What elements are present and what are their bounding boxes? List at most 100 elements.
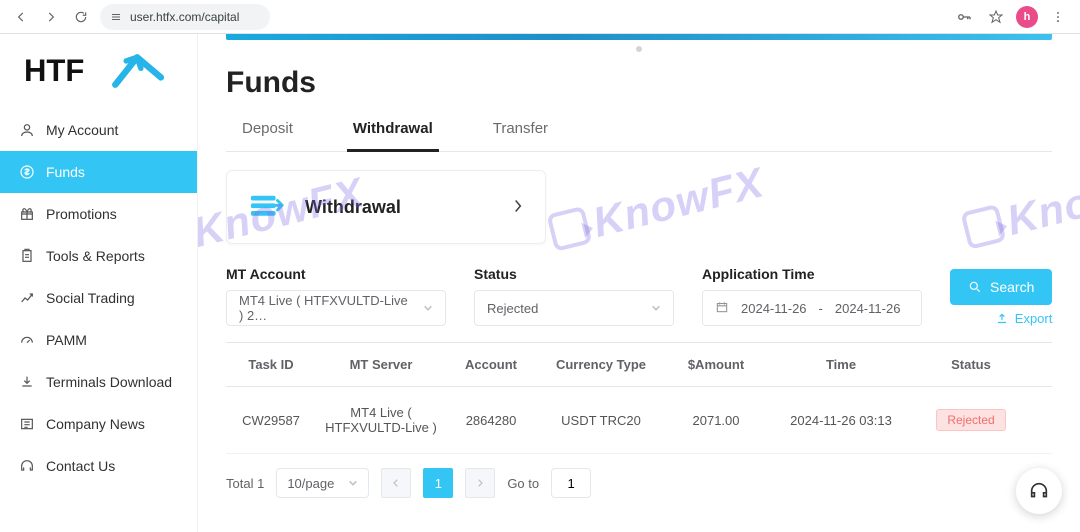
sidebar-item-label: Terminals Download bbox=[46, 374, 172, 390]
withdraw-icon bbox=[249, 192, 287, 222]
sidebar-item-label: Promotions bbox=[46, 206, 117, 222]
browser-chrome: user.htfx.com/capital h bbox=[0, 0, 1080, 34]
gauge-icon bbox=[18, 331, 36, 349]
mt-account-value: MT4 Live ( HTFXVULTD-Live ) 2… bbox=[239, 293, 413, 323]
date-range-picker[interactable]: 2024-11-26 - 2024-11-26 bbox=[702, 290, 922, 326]
next-page-button[interactable] bbox=[465, 468, 495, 498]
application-time-label: Application Time bbox=[702, 266, 922, 282]
sidebar-item-label: Social Trading bbox=[46, 290, 135, 306]
chevron-down-icon bbox=[423, 301, 433, 316]
profile-avatar[interactable]: h bbox=[1016, 6, 1038, 28]
cell-time: 2024-11-26 03:13 bbox=[766, 409, 916, 432]
sidebar-item-tools[interactable]: Tools & Reports bbox=[0, 235, 197, 277]
col-status: Status bbox=[916, 353, 1026, 376]
col-task: Task ID bbox=[226, 353, 316, 376]
cell-amount: 2071.00 bbox=[666, 409, 766, 432]
status-label: Status bbox=[474, 266, 674, 282]
sidebar-item-label: Tools & Reports bbox=[46, 248, 145, 264]
prev-page-button[interactable] bbox=[381, 468, 411, 498]
col-currency: Currency Type bbox=[536, 353, 666, 376]
table-header: Task ID MT Server Account Currency Type … bbox=[226, 343, 1052, 387]
export-icon bbox=[995, 312, 1009, 326]
goto-page-input[interactable] bbox=[551, 468, 591, 498]
brand-logo: HTF bbox=[0, 40, 197, 109]
sidebar-item-my-account[interactable]: My Account bbox=[0, 109, 197, 151]
goto-label: Go to bbox=[507, 476, 539, 491]
tab-deposit[interactable]: Deposit bbox=[236, 112, 299, 152]
total-label: Total 1 bbox=[226, 476, 264, 491]
col-account: Account bbox=[446, 353, 536, 376]
site-info-icon bbox=[110, 11, 122, 23]
sidebar-item-news[interactable]: Company News bbox=[0, 403, 197, 445]
sidebar-item-funds[interactable]: Funds bbox=[0, 151, 197, 193]
clipboard-icon bbox=[18, 247, 36, 265]
tab-withdrawal[interactable]: Withdrawal bbox=[347, 112, 439, 152]
pagination: Total 1 10/page 1 Go to bbox=[226, 468, 1052, 498]
download-icon bbox=[18, 373, 36, 391]
mt-account-label: MT Account bbox=[226, 266, 446, 282]
watermark: KnowFX bbox=[959, 156, 1080, 255]
date-to: 2024-11-26 bbox=[835, 301, 901, 316]
col-time: Time bbox=[766, 353, 916, 376]
tab-transfer[interactable]: Transfer bbox=[487, 112, 554, 152]
table-row: CW29587 MT4 Live ( HTFXVULTD-Live ) 2864… bbox=[226, 387, 1052, 454]
chart-up-icon bbox=[18, 289, 36, 307]
chevron-right-icon bbox=[513, 199, 523, 216]
url-text: user.htfx.com/capital bbox=[130, 10, 239, 24]
watermark: KnowFX bbox=[545, 158, 768, 257]
sidebar-item-label: My Account bbox=[46, 122, 118, 138]
page-number-button[interactable]: 1 bbox=[423, 468, 453, 498]
sidebar-item-label: Company News bbox=[46, 416, 145, 432]
sidebar-item-label: PAMM bbox=[46, 332, 87, 348]
address-bar[interactable]: user.htfx.com/capital bbox=[100, 4, 270, 30]
status-badge: Rejected bbox=[936, 409, 1005, 431]
banner-strip bbox=[226, 34, 1052, 40]
col-server: MT Server bbox=[316, 353, 446, 376]
reload-button[interactable] bbox=[70, 6, 92, 28]
col-amount: $Amount bbox=[666, 353, 766, 376]
chevron-down-icon bbox=[348, 478, 358, 488]
page-size-select[interactable]: 10/page bbox=[276, 468, 369, 498]
password-icon[interactable] bbox=[952, 5, 976, 29]
bookmark-icon[interactable] bbox=[984, 5, 1008, 29]
sidebar-item-terminals[interactable]: Terminals Download bbox=[0, 361, 197, 403]
headset-icon bbox=[18, 457, 36, 475]
svg-text:HTF: HTF bbox=[24, 53, 84, 88]
withdrawal-card[interactable]: Withdrawal bbox=[226, 170, 546, 244]
chevron-down-icon bbox=[651, 301, 661, 316]
sidebar-item-label: Funds bbox=[46, 164, 85, 180]
status-value: Rejected bbox=[487, 301, 538, 316]
export-button[interactable]: Export bbox=[995, 311, 1053, 326]
dollar-icon bbox=[18, 163, 36, 181]
funds-tabs: Deposit Withdrawal Transfer bbox=[226, 112, 1052, 152]
cell-account: 2864280 bbox=[446, 409, 536, 432]
page-title: Funds bbox=[226, 66, 1052, 100]
withdrawal-card-label: Withdrawal bbox=[305, 197, 495, 218]
cell-server: MT4 Live ( HTFXVULTD-Live ) bbox=[316, 401, 446, 439]
cell-status: Rejected bbox=[916, 405, 1026, 435]
forward-button[interactable] bbox=[40, 6, 62, 28]
headset-icon bbox=[1028, 480, 1050, 502]
carousel-dot[interactable] bbox=[636, 46, 642, 52]
date-separator: - bbox=[819, 301, 823, 316]
date-from: 2024-11-26 bbox=[741, 301, 807, 316]
search-button[interactable]: Search bbox=[950, 269, 1052, 305]
status-select[interactable]: Rejected bbox=[474, 290, 674, 326]
mt-account-select[interactable]: MT4 Live ( HTFXVULTD-Live ) 2… bbox=[226, 290, 446, 326]
sidebar-item-pamm[interactable]: PAMM bbox=[0, 319, 197, 361]
main-content: KnowFX KnowFX KnowFX Funds Deposit Withd… bbox=[198, 34, 1080, 532]
browser-menu-icon[interactable] bbox=[1046, 5, 1070, 29]
sidebar-item-contact[interactable]: Contact Us bbox=[0, 445, 197, 487]
sidebar-item-social[interactable]: Social Trading bbox=[0, 277, 197, 319]
back-button[interactable] bbox=[10, 6, 32, 28]
cell-task: CW29587 bbox=[226, 409, 316, 432]
sidebar: HTF My Account Funds Promotions Tools & … bbox=[0, 34, 198, 532]
user-icon bbox=[18, 121, 36, 139]
support-floating-button[interactable] bbox=[1016, 468, 1062, 514]
gift-icon bbox=[18, 205, 36, 223]
sidebar-item-promotions[interactable]: Promotions bbox=[0, 193, 197, 235]
news-icon bbox=[18, 415, 36, 433]
search-icon bbox=[968, 280, 982, 294]
calendar-icon bbox=[715, 300, 729, 317]
sidebar-item-label: Contact Us bbox=[46, 458, 115, 474]
